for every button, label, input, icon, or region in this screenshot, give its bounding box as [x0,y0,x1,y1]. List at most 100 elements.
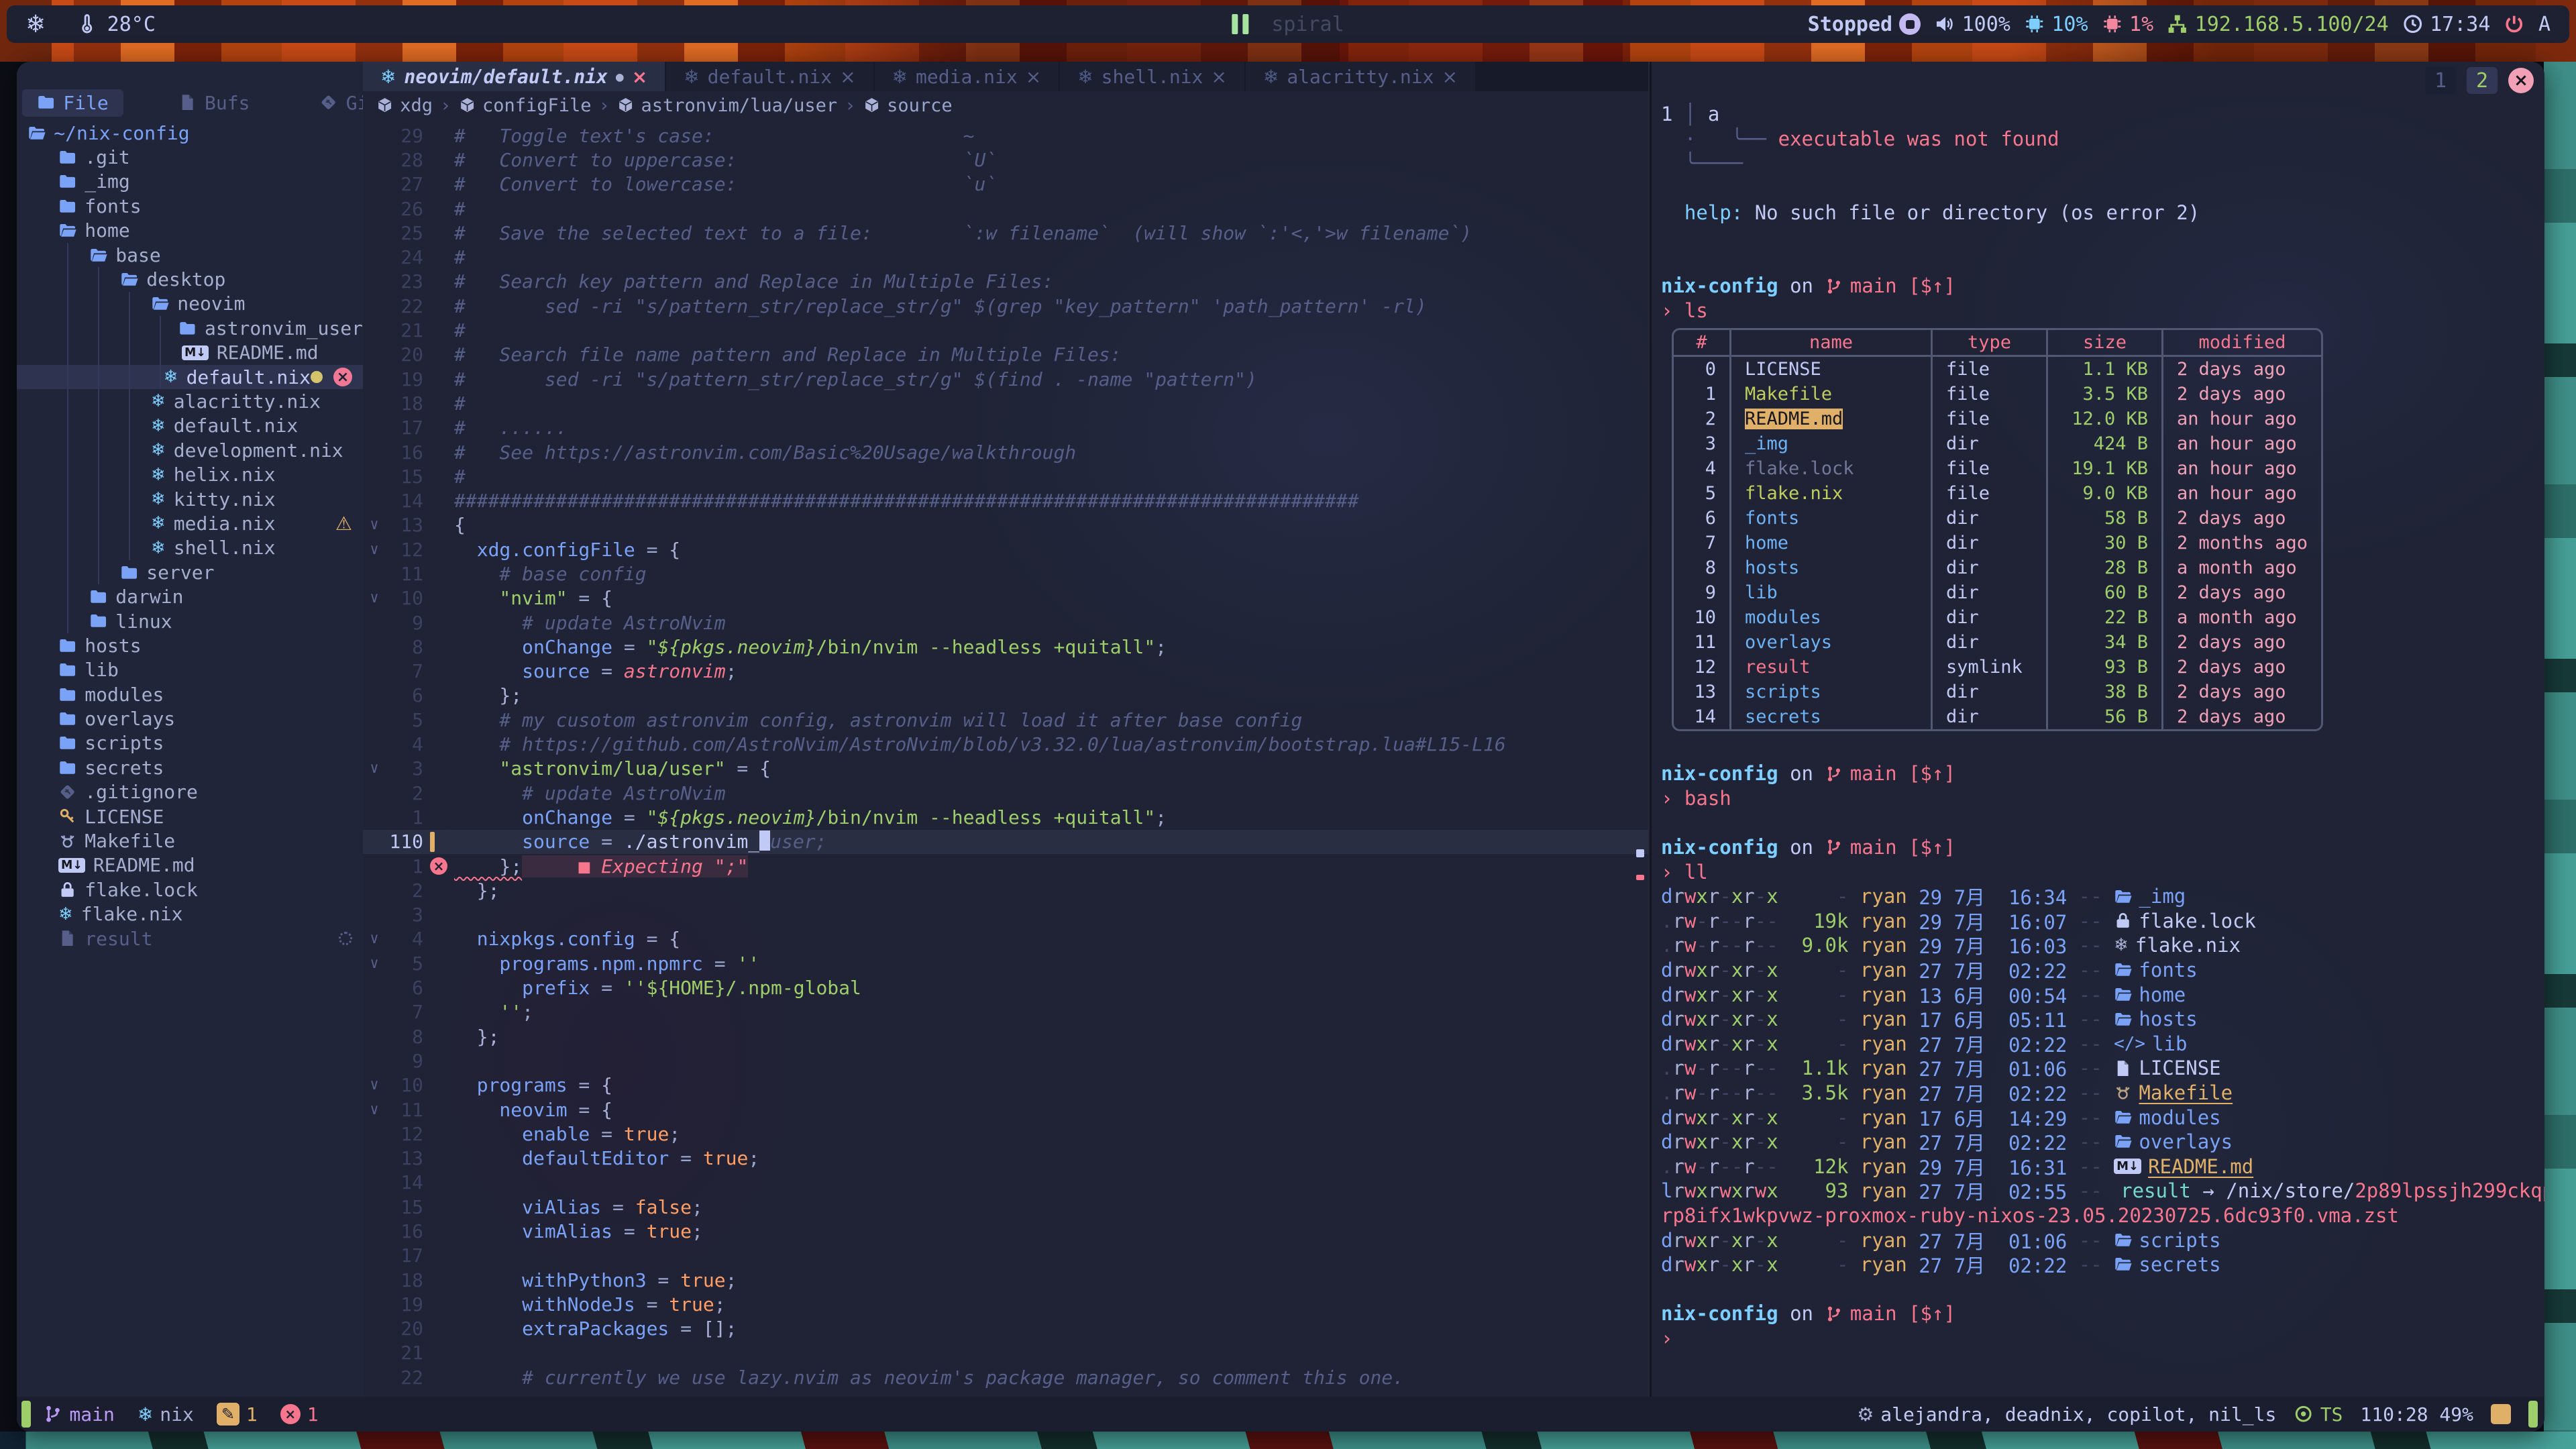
fold-icon[interactable]: ∨ [363,930,386,947]
tree-item-neovim[interactable]: neovim [17,292,363,316]
fold-icon[interactable] [363,809,386,826]
code-line[interactable]: 8 }; [363,1024,1648,1049]
player-status[interactable]: Stopped [1808,13,1921,36]
fold-icon[interactable] [363,1223,386,1240]
code-line[interactable]: ∨3 "astronvim/lua/user" = { [363,757,1648,781]
tree-item-astronvim-user[interactable]: astronvim_user [17,316,363,340]
fold-icon[interactable] [363,1296,386,1313]
tree-item-scripts[interactable]: scripts [17,731,363,755]
code-line[interactable]: ∨4 nixpkgs.config = { [363,927,1648,951]
fold-icon[interactable] [363,176,386,193]
tree-item--nix-config[interactable]: ~/nix-config [17,121,363,145]
fold-icon[interactable] [363,273,386,290]
code-line[interactable]: 11 # base config [363,561,1648,586]
code-line[interactable]: 7 ''; [363,1000,1648,1024]
fold-icon[interactable] [363,1320,386,1337]
tree-item-secrets[interactable]: secrets [17,755,363,780]
tree-item-alacritty-nix[interactable]: ❄alacritty.nix [17,389,363,413]
tree-item-result[interactable]: result [17,926,363,951]
fold-icon[interactable]: ∨ [363,955,386,972]
fold-icon[interactable] [363,371,386,388]
git-branch-status[interactable]: main [43,1403,115,1426]
tree-item-readme-md[interactable]: M↓README.md [17,341,363,365]
breadcrumb-item[interactable]: configFile [459,95,592,116]
tree-item-flake-nix[interactable]: ❄flake.nix [17,902,363,926]
tree-item-license[interactable]: LICENSE [17,804,363,828]
code-line[interactable]: 6 prefix = ''${HOME}/.npm-global [363,975,1648,1000]
editor-tab-media-nix[interactable]: ❄media.nix× [875,62,1059,91]
code-line[interactable]: 29# Toggle text's case: ~ [363,123,1648,148]
code-line[interactable]: 26# [363,197,1648,221]
code-line[interactable]: 18 withPython3 = true; [363,1268,1648,1292]
code-line[interactable]: 28# Convert to uppercase: `U` [363,148,1648,172]
error-count[interactable]: × 1 [280,1403,319,1426]
code-line[interactable]: 20# Search file name pattern and Replace… [363,343,1648,367]
fold-icon[interactable] [363,201,386,217]
code-line[interactable]: ∨12 xdg.configFile = { [363,537,1648,561]
code-line[interactable]: 16# See https://astronvim.com/Basic%20Us… [363,440,1648,464]
fold-icon[interactable] [363,906,386,923]
power-button[interactable] [2504,13,2525,35]
code-line[interactable]: ∨10 "nvim" = { [363,586,1648,610]
volume-indicator[interactable]: 100% [1934,13,2010,36]
editor-tab-shell-nix[interactable]: ❄shell.nix× [1060,62,1244,91]
fold-icon[interactable] [363,566,386,582]
fold-icon[interactable] [363,1126,386,1142]
code-line[interactable]: 1 onChange = "${pkgs.neovim}/bin/nvim --… [363,805,1648,829]
code-line[interactable]: 14 [363,1171,1648,1195]
code-line[interactable]: 7 source = astronvim; [363,659,1648,684]
fold-icon[interactable] [363,1004,386,1020]
tab-close-icon[interactable]: × [1211,66,1226,88]
code-line[interactable]: 2 # update AstroNvim [363,781,1648,805]
code-line[interactable]: 22# sed -ri "s/pattern_str/replace_str/g… [363,294,1648,318]
sidebar-tab-file[interactable]: File [22,89,123,117]
code-line[interactable]: 4 # https://github.com/AstroNvim/AstroNv… [363,732,1648,756]
fold-icon[interactable] [363,736,386,753]
tree-item-development-nix[interactable]: ❄development.nix [17,438,363,462]
tree-item-makefile[interactable]: Makefile [17,828,363,853]
code-line[interactable]: 9 # update AstroNvim [363,610,1648,635]
code-line[interactable]: 2 }; [363,878,1648,902]
now-playing[interactable]: spiral [1232,13,1344,36]
code-line[interactable]: 3 [363,903,1648,927]
code-line[interactable]: 16 vimAlias = true; [363,1219,1648,1243]
fold-icon[interactable]: ∨ [363,590,386,606]
code-line[interactable]: 13 defaultEditor = true; [363,1146,1648,1170]
code-line[interactable]: 20 extraPackages = []; [363,1317,1648,1341]
code-line[interactable]: 27# Convert to lowercase: `u` [363,172,1648,197]
code-line[interactable]: ∨13{ [363,513,1648,537]
nixos-menu-icon[interactable]: ❄ [25,11,46,38]
fold-icon[interactable] [363,1247,386,1264]
fold-icon[interactable] [363,468,386,485]
window-number-1[interactable]: 1 [2425,67,2456,94]
tree-item-linux[interactable]: linux [17,609,363,633]
code-line[interactable]: 24# [363,245,1648,269]
tree-item-readme-md[interactable]: M↓README.md [17,853,363,877]
tree-item-desktop[interactable]: desktop [17,267,363,291]
tab-close-icon[interactable]: × [840,66,855,88]
breadcrumb-item[interactable]: astronvim/lua/user [617,95,837,116]
editor-tab-default-nix[interactable]: ❄default.nix× [666,62,873,91]
fold-icon[interactable]: ∨ [363,517,386,533]
code-line[interactable]: 19 withNodeJs = true; [363,1292,1648,1316]
tab-close-icon[interactable]: × [1026,66,1041,88]
fold-icon[interactable] [363,395,386,412]
code-line[interactable]: 21 [363,1341,1648,1365]
code-line[interactable]: 15 viAlias = false; [363,1195,1648,1219]
fold-icon[interactable] [363,687,386,704]
fold-icon[interactable]: ∨ [363,541,386,558]
fold-icon[interactable] [363,1199,386,1216]
code-line[interactable]: 5 # my cusotom astronvim config, astronv… [363,708,1648,732]
code-line[interactable]: 15# [363,464,1648,488]
fold-icon[interactable] [363,614,386,631]
tree-item-fonts[interactable]: fonts [17,194,363,218]
fold-icon[interactable] [363,444,386,461]
code-line[interactable]: ∨10 programs = { [363,1073,1648,1097]
terminal-pane[interactable]: 12× 1 │ a · ╰── executable was not found… [1650,62,2544,1397]
window-number-2[interactable]: 2 [2467,67,2498,94]
tab-close-icon[interactable]: × [1442,66,1457,88]
fold-icon[interactable] [363,419,386,436]
tree-item-default-nix[interactable]: ❄default.nix× [17,365,363,389]
code-line[interactable]: 17 [363,1244,1648,1268]
code-line[interactable]: 18# [363,391,1648,415]
